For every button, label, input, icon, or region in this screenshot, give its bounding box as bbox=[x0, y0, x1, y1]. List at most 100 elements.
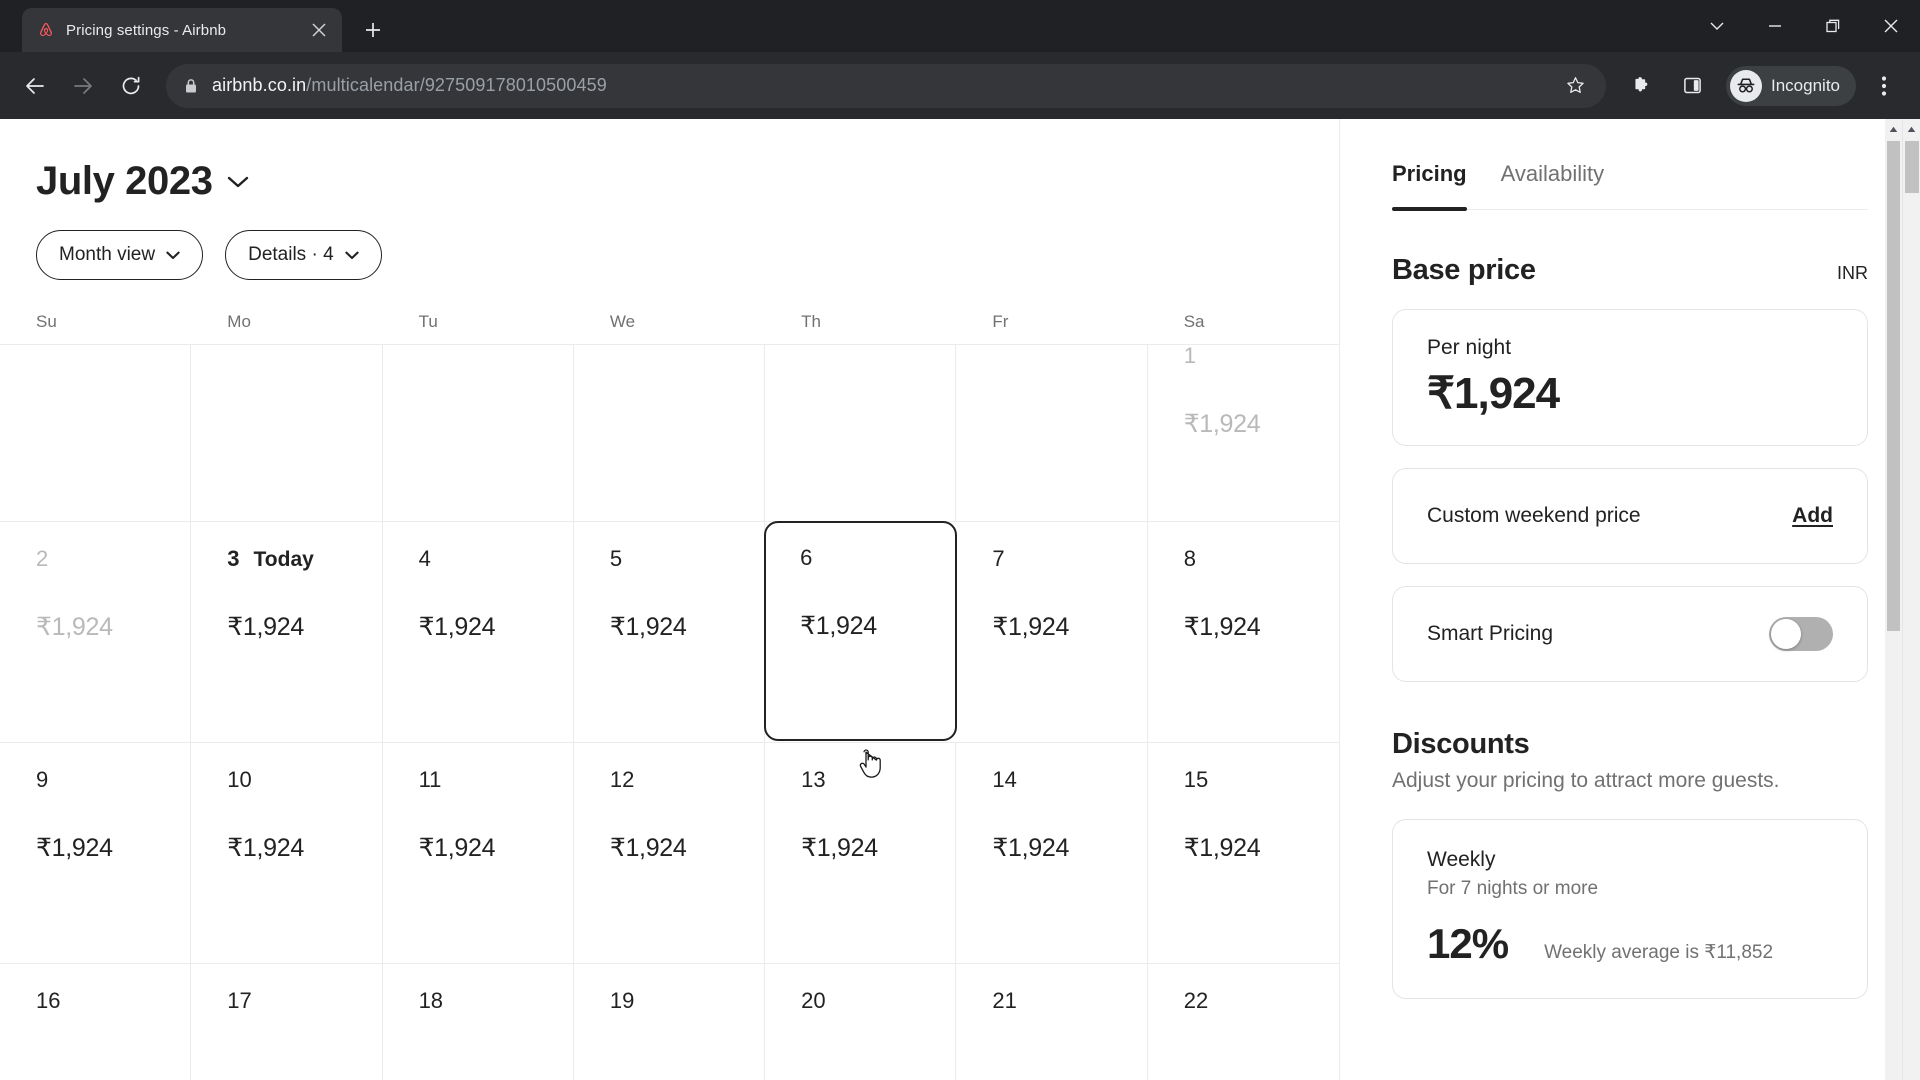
browser-toolbar: airbnb.co.in/multicalendar/9275091780105… bbox=[0, 52, 1920, 119]
base-price-title: Base price bbox=[1392, 254, 1536, 286]
page-title: July 2023 bbox=[36, 159, 213, 203]
add-weekend-price-link[interactable]: Add bbox=[1792, 504, 1833, 528]
day-price: ₹1,924 bbox=[609, 834, 687, 862]
day-number-value: 1 bbox=[1183, 343, 1196, 368]
calendar-header: July 2023 Month view Details · 4 bbox=[0, 119, 1339, 280]
calendar-day-cell[interactable]: 15 ₹1,924 bbox=[1147, 743, 1339, 963]
calendar-week-row: 1 ₹1,924 bbox=[0, 345, 1339, 522]
calendar-day-cell[interactable]: 3 Today ₹1,924 bbox=[191, 522, 383, 742]
browser-tab[interactable]: Pricing settings - Airbnb bbox=[22, 8, 342, 52]
calendar-day-cell[interactable]: 1 ₹1,924 bbox=[1147, 343, 1339, 521]
weekday-label-fr: Fr bbox=[992, 312, 1009, 331]
custom-weekend-price-card[interactable]: Custom weekend price Add bbox=[1392, 468, 1868, 564]
per-night-card[interactable]: Per night ₹1,924 bbox=[1392, 309, 1868, 446]
day-number-value: 2 bbox=[36, 546, 49, 571]
day-number: 8 bbox=[1184, 548, 1339, 570]
address-bar-url: airbnb.co.in/multicalendar/9275091780105… bbox=[212, 75, 1546, 96]
calendar-day-cell[interactable]: 8 ₹1,924 bbox=[1147, 522, 1339, 742]
calendar-day-cell[interactable]: 2 ₹1,924 bbox=[0, 522, 192, 742]
scroll-up-icon[interactable] bbox=[1885, 119, 1902, 139]
three-dot-menu-icon[interactable] bbox=[1862, 64, 1906, 108]
smart-pricing-label: Smart Pricing bbox=[1427, 622, 1554, 645]
day-number-value: 13 bbox=[801, 767, 826, 792]
calendar-day-cell[interactable]: 10 ₹1,924 bbox=[191, 743, 383, 963]
day-price: ₹1,924 bbox=[800, 612, 877, 640]
month-view-button[interactable]: Month view bbox=[36, 230, 204, 280]
day-number: 3 Today bbox=[227, 548, 381, 571]
page-scrollbar-thumb[interactable] bbox=[1905, 141, 1919, 193]
day-number-value: 17 bbox=[227, 988, 252, 1013]
calendar-day-cell[interactable]: 22 bbox=[1147, 964, 1339, 1080]
weekday-header-row: Su Mo Tu We Th Fr Sa bbox=[0, 312, 1339, 345]
incognito-indicator[interactable]: Incognito bbox=[1726, 65, 1856, 106]
calendar-day-cell[interactable]: 9 ₹1,924 bbox=[0, 743, 192, 963]
day-number: 13 bbox=[801, 769, 955, 791]
toggle-knob bbox=[1771, 619, 1801, 649]
calendar-week-row: 9 ₹1,924 10 ₹1,924 11 ₹1,924 12 ₹1,924 13 ₹1,924 1… bbox=[0, 743, 1339, 964]
calendar-week-row: 2 ₹1,924 3 Today ₹1,924 4 ₹1,924 5 ₹1,924 6 ₹1,924… bbox=[0, 521, 1339, 743]
calendar-day-cell[interactable]: 11 ₹1,924 bbox=[382, 743, 574, 963]
calendar-day-cell[interactable]: 19 bbox=[573, 964, 766, 1080]
close-tab-icon[interactable] bbox=[306, 17, 332, 43]
calendar-day-cell-empty bbox=[191, 345, 383, 521]
page-scrollbar[interactable] bbox=[1902, 119, 1920, 1080]
calendar-day-cell[interactable]: 5 ₹1,924 bbox=[573, 522, 766, 742]
details-button[interactable]: Details · 4 bbox=[225, 230, 382, 280]
calendar-day-cell[interactable]: 16 bbox=[0, 964, 192, 1080]
chevron-down-icon[interactable] bbox=[1688, 0, 1746, 52]
day-number-value: 12 bbox=[609, 767, 635, 792]
calendar-day-cell[interactable]: 7 ₹1,924 bbox=[956, 522, 1148, 742]
incognito-icon bbox=[1730, 69, 1762, 102]
day-number: 15 bbox=[1184, 769, 1339, 791]
extensions-puzzle-icon[interactable] bbox=[1620, 64, 1664, 108]
day-number: 4 bbox=[419, 548, 573, 570]
day-number: 5 bbox=[610, 548, 764, 570]
weekday-label-sa: Sa bbox=[1183, 312, 1205, 331]
restore-window-button[interactable] bbox=[1804, 0, 1862, 52]
smart-pricing-card: Smart Pricing bbox=[1392, 586, 1868, 682]
back-arrow-icon[interactable] bbox=[14, 65, 56, 107]
calendar-day-cell[interactable]: 20 bbox=[765, 964, 957, 1080]
day-number-value: 8 bbox=[1183, 546, 1196, 571]
calendar-day-cell[interactable]: 14 ₹1,924 bbox=[956, 743, 1148, 963]
tab-availability[interactable]: Availability bbox=[1501, 161, 1605, 209]
discount-average-note: Weekly average is ₹11,852 bbox=[1544, 942, 1774, 963]
panel-tabs: Pricing Availability bbox=[1392, 161, 1868, 211]
window-controls bbox=[1688, 0, 1920, 52]
discount-values: 12% Weekly average is ₹11,852 bbox=[1427, 920, 1833, 968]
day-number-value: 11 bbox=[418, 767, 442, 792]
panel-scrollbar[interactable] bbox=[1885, 119, 1902, 1080]
weekday-label-we: We bbox=[609, 312, 636, 331]
new-tab-button[interactable] bbox=[356, 13, 390, 47]
side-panel-icon[interactable] bbox=[1670, 64, 1714, 108]
calendar-day-cell-empty bbox=[765, 345, 957, 521]
calendar-day-cell[interactable]: 12 ₹1,924 bbox=[573, 743, 766, 963]
month-selector[interactable]: July 2023 bbox=[36, 159, 1339, 204]
day-price: ₹1,924 bbox=[36, 613, 113, 641]
day-number: 7 bbox=[992, 548, 1146, 570]
weekday-label-th: Th bbox=[801, 312, 821, 331]
discount-card-weekly[interactable]: Weekly For 7 nights or more 12% Weekly a… bbox=[1392, 819, 1868, 999]
discount-name: Weekly bbox=[1427, 848, 1496, 871]
calendar-day-cell[interactable]: 6 ₹1,924 bbox=[764, 521, 958, 741]
tab-pricing[interactable]: Pricing bbox=[1392, 161, 1467, 211]
calendar-day-cell[interactable]: 17 bbox=[191, 964, 383, 1080]
calendar-grid: 1 ₹1,924 2 ₹1,924 3 Today ₹1,924 4 ₹1,924 5 ₹1,924… bbox=[0, 345, 1339, 1080]
day-number-value: 18 bbox=[418, 988, 444, 1013]
star-icon[interactable] bbox=[1558, 69, 1592, 103]
panel-scrollbar-thumb[interactable] bbox=[1887, 141, 1900, 631]
calendar-day-cell[interactable]: 13 ₹1,924 bbox=[765, 743, 957, 963]
calendar-day-cell-empty bbox=[573, 345, 766, 521]
address-bar[interactable]: airbnb.co.in/multicalendar/9275091780105… bbox=[166, 63, 1606, 108]
close-window-button[interactable] bbox=[1862, 0, 1920, 52]
calendar-day-cell[interactable]: 18 bbox=[382, 964, 574, 1080]
url-host: airbnb.co.in bbox=[212, 75, 307, 95]
reload-icon[interactable] bbox=[110, 65, 152, 107]
day-price: ₹1,924 bbox=[227, 834, 304, 862]
smart-pricing-toggle[interactable] bbox=[1769, 617, 1833, 651]
scroll-up-icon[interactable] bbox=[1903, 119, 1920, 139]
calendar-day-cell[interactable]: 4 ₹1,924 bbox=[382, 522, 574, 742]
day-price: ₹1,924 bbox=[1183, 410, 1261, 438]
minimize-window-button[interactable] bbox=[1746, 0, 1804, 52]
calendar-day-cell[interactable]: 21 bbox=[956, 964, 1148, 1080]
